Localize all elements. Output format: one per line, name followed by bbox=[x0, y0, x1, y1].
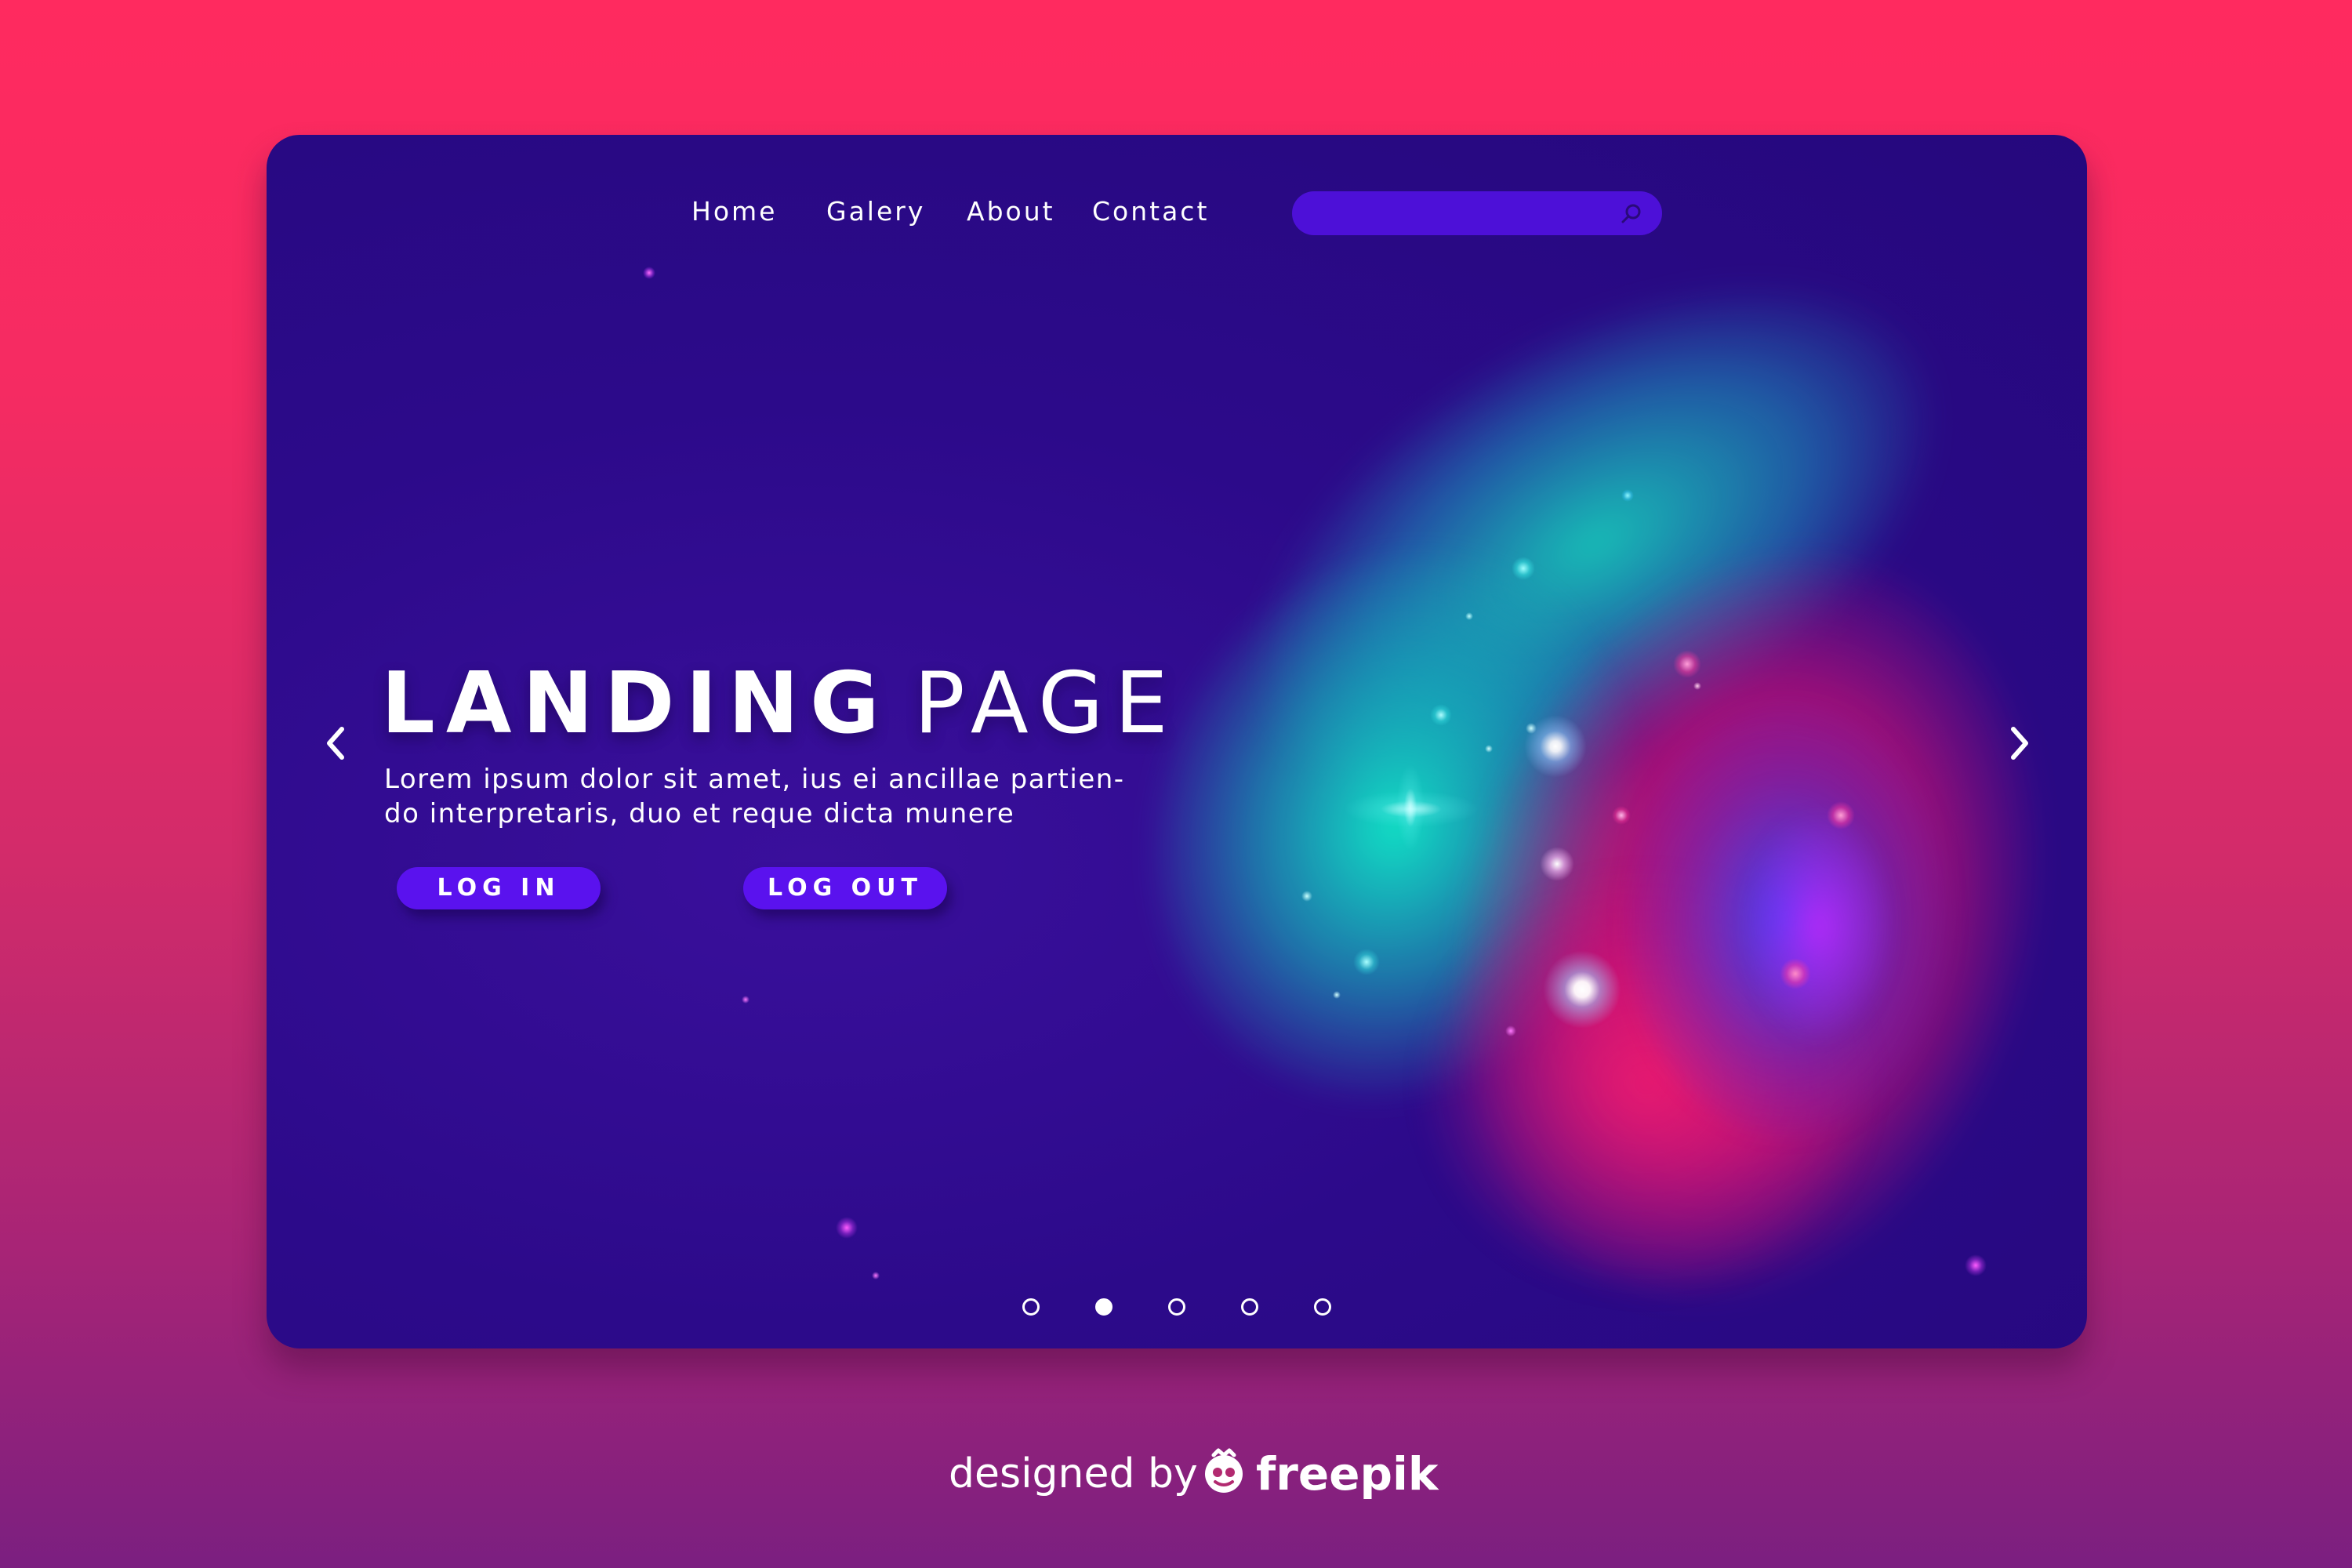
carousel-dot-2[interactable] bbox=[1095, 1298, 1112, 1316]
star bbox=[1430, 704, 1452, 726]
login-button[interactable]: LOG IN bbox=[397, 867, 601, 909]
chevron-left-icon[interactable] bbox=[320, 721, 351, 765]
hero-title-bold: LANDING bbox=[381, 655, 891, 753]
hero-description-line: Lorem ipsum dolor sit amet, ius ei ancil… bbox=[384, 764, 1125, 795]
logout-button[interactable]: LOG OUT bbox=[743, 867, 947, 909]
star bbox=[1543, 950, 1621, 1029]
freepik-logo-icon bbox=[1198, 1444, 1250, 1496]
nebula-pink-lower bbox=[1427, 880, 1866, 1287]
star bbox=[1965, 1254, 1987, 1276]
hero-description-line: do interpretaris, duo et reque dicta mun… bbox=[384, 798, 1015, 829]
star bbox=[1526, 723, 1537, 734]
star bbox=[1612, 806, 1631, 825]
nav-about-link[interactable]: About bbox=[967, 196, 1055, 227]
carousel-dot-3[interactable] bbox=[1168, 1298, 1185, 1316]
star bbox=[872, 1272, 880, 1279]
hero-description: Lorem ipsum dolor sit amet, ius ei ancil… bbox=[384, 762, 1247, 831]
hero-title: LANDING PAGE bbox=[381, 657, 1179, 751]
search-icon[interactable] bbox=[1620, 202, 1643, 226]
star bbox=[1505, 1025, 1516, 1036]
star bbox=[1465, 612, 1473, 620]
star bbox=[836, 1217, 858, 1239]
chevron-right-icon[interactable] bbox=[2004, 721, 2035, 765]
carousel-dot-1[interactable] bbox=[1022, 1298, 1040, 1316]
star bbox=[1621, 489, 1634, 502]
nebula-violet-core bbox=[1740, 809, 1897, 1044]
star bbox=[1693, 682, 1701, 690]
freepik-brand: freepik bbox=[1256, 1447, 1439, 1501]
nebula-teal-upper bbox=[1171, 180, 2020, 906]
star bbox=[1673, 650, 1701, 678]
nav-home-link[interactable]: Home bbox=[691, 196, 777, 227]
nav-galery-link[interactable]: Galery bbox=[826, 196, 925, 227]
star bbox=[1333, 991, 1341, 999]
star bbox=[1540, 847, 1574, 881]
nebula-pink bbox=[1361, 474, 2087, 1348]
star bbox=[1325, 786, 1497, 833]
star bbox=[1780, 958, 1811, 989]
search-bar bbox=[1292, 191, 1662, 235]
star bbox=[1301, 891, 1312, 902]
designed-by-text: designed by bbox=[949, 1450, 1198, 1497]
star bbox=[1512, 557, 1535, 580]
star bbox=[1524, 715, 1587, 778]
nebula-blue-core bbox=[1623, 699, 1952, 1138]
search-input[interactable] bbox=[1314, 196, 1615, 232]
star bbox=[1827, 801, 1855, 829]
star bbox=[1353, 949, 1380, 975]
star bbox=[1392, 753, 1428, 862]
hero-title-light: PAGE bbox=[913, 655, 1179, 753]
star bbox=[742, 996, 750, 1004]
carousel-dot-5[interactable] bbox=[1314, 1298, 1331, 1316]
nav-contact-link[interactable]: Contact bbox=[1092, 196, 1209, 227]
star bbox=[1485, 745, 1493, 753]
star bbox=[643, 267, 655, 279]
carousel-dot-4[interactable] bbox=[1241, 1298, 1258, 1316]
